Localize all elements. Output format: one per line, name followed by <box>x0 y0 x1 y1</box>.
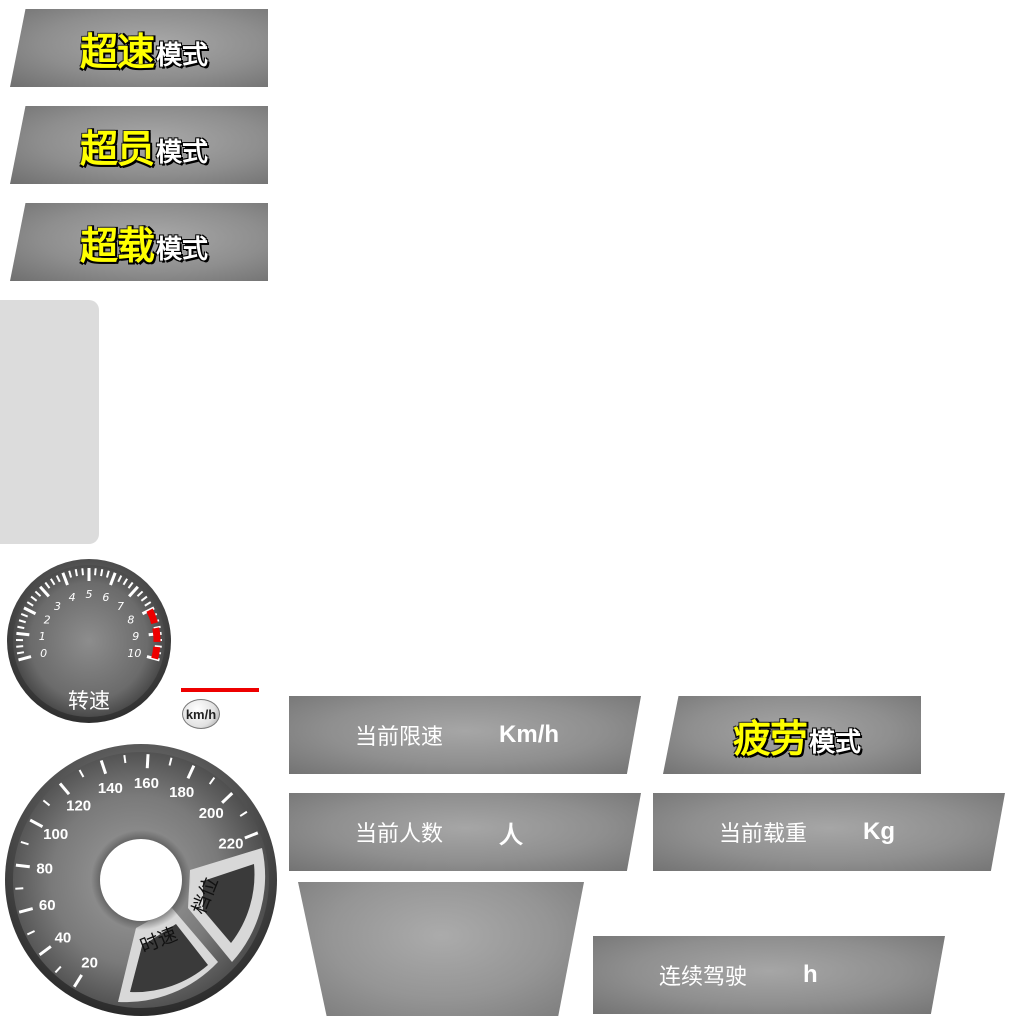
tach-tick-label: 0 <box>40 647 47 660</box>
tach-major-tick <box>16 631 30 637</box>
speed-tick-label: 80 <box>36 861 53 878</box>
blank-panel <box>298 882 584 1016</box>
tach-tick-label: 10 <box>127 647 141 660</box>
load-weight-label: 当前载重 <box>719 822 808 847</box>
unit-badge: km/h <box>182 699 220 729</box>
tach-minor-tick <box>100 569 104 577</box>
speed-minor-tick <box>15 887 24 890</box>
speed-tick-label: 60 <box>39 897 56 914</box>
load-weight-unit: Kg <box>863 818 896 845</box>
speed-tick-label: 160 <box>134 775 159 792</box>
speed-tick-label: 120 <box>66 798 91 815</box>
fatigue-mode-button[interactable]: 疲劳 模式 <box>663 696 921 774</box>
speed-tick-label: 100 <box>43 826 68 843</box>
speed-tick-label: 220 <box>218 836 243 853</box>
continuous-driving-panel: 连续驾驶 h <box>593 936 945 1014</box>
overspeed-mode-suffix: 模式 <box>156 40 209 71</box>
tach-tick-label: 7 <box>117 600 124 613</box>
speed-major-tick <box>15 863 30 869</box>
speedometer-gauge: 20406080100120140 160180200220 档位 时速 <box>5 744 277 1016</box>
overspeed-mode-button[interactable]: 超速 模式 <box>10 9 268 87</box>
tach-tick-label: 2 <box>44 614 51 627</box>
overload-mode-suffix: 模式 <box>156 234 209 265</box>
load-weight-panel: 当前载重 Kg <box>653 793 1005 871</box>
speed-tick-label: 140 <box>98 780 123 797</box>
passenger-count-panel: 当前人数 人 <box>289 793 641 871</box>
tach-tick-label: 4 <box>69 591 76 604</box>
speed-tick-label: 180 <box>169 784 194 801</box>
tach-tick-label: 6 <box>102 591 109 604</box>
speed-minor-tick <box>123 754 127 764</box>
speed-major-tick <box>145 754 150 769</box>
speed-tick-label: 200 <box>199 805 224 822</box>
tach-minor-tick <box>17 625 25 630</box>
overload-mode-title: 超载 <box>80 223 155 268</box>
overspeed-mode-title: 超速 <box>80 29 155 74</box>
speed-limit-label: 当前限速 <box>355 725 444 750</box>
speed-limit-unit: Km/h <box>499 721 560 748</box>
speed-tick-label: 20 <box>81 954 98 971</box>
passenger-count-unit: 人 <box>499 821 524 849</box>
tach-tick-label: 8 <box>127 614 134 627</box>
tach-minor-tick <box>16 651 25 655</box>
tach-tick-label: 9 <box>132 630 139 643</box>
tach-minor-tick <box>16 645 24 648</box>
overcrowd-mode-title: 超员 <box>80 126 155 171</box>
tachometer-label: 转速 <box>68 689 110 713</box>
tach-minor-tick <box>74 569 78 577</box>
tach-minor-tick <box>81 568 84 576</box>
fatigue-mode-title: 疲劳 <box>733 716 808 761</box>
overload-mode-button[interactable]: 超载 模式 <box>10 203 268 281</box>
speed-limit-panel: 当前限速 Km/h <box>289 696 641 774</box>
tach-tick-label: 1 <box>39 630 46 643</box>
speedometer-hub <box>100 839 182 921</box>
tach-tick-label: 5 <box>86 588 93 601</box>
tach-minor-tick <box>154 645 162 648</box>
overcrowd-mode-button[interactable]: 超员 模式 <box>10 106 268 184</box>
fatigue-mode-suffix: 模式 <box>809 727 862 758</box>
speed-tick-label: 40 <box>55 930 72 947</box>
passenger-count-label: 当前人数 <box>355 822 444 847</box>
tach-minor-tick <box>94 568 97 576</box>
overcrowd-mode-suffix: 模式 <box>156 137 209 168</box>
continuous-driving-unit: h <box>803 961 818 988</box>
red-indicator-line <box>181 688 259 692</box>
tachometer-gauge: 0 1 234 5 678 9 10 转速 <box>7 559 171 723</box>
continuous-driving-label: 连续驾驶 <box>659 965 748 990</box>
side-panel <box>0 300 99 544</box>
tach-tick-label: 3 <box>54 600 61 613</box>
